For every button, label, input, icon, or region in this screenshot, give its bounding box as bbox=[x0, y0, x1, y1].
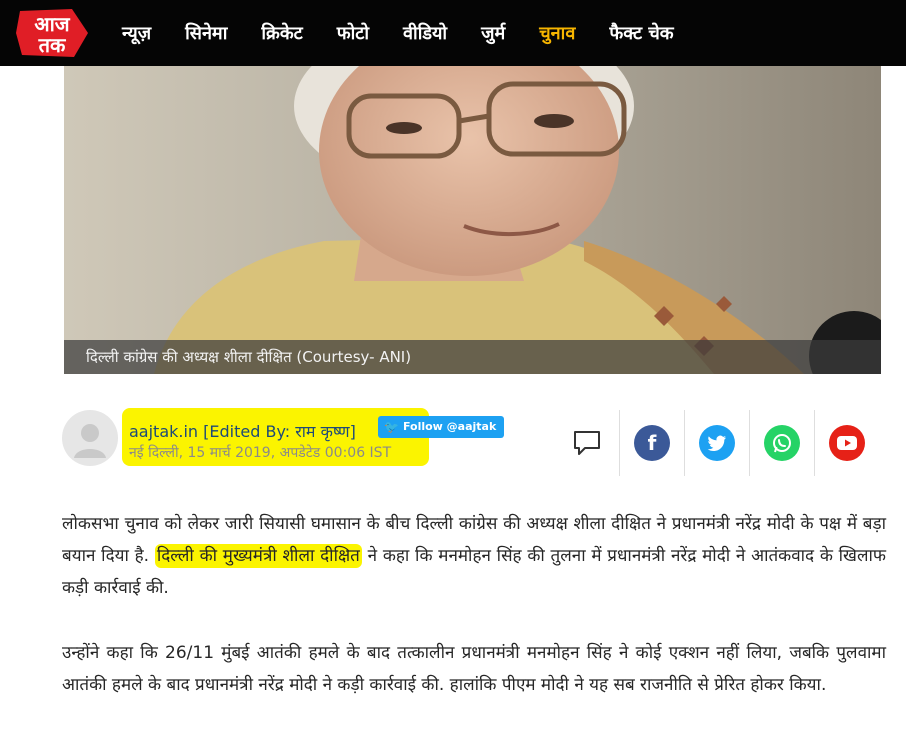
youtube-share-button[interactable] bbox=[814, 410, 879, 476]
comment-icon bbox=[573, 431, 600, 455]
highlighted-phrase: दिल्ली की मुख्यमंत्री शीला दीक्षित bbox=[154, 544, 362, 568]
follow-twitter-button[interactable]: 🐦 Follow @aajtak bbox=[378, 416, 505, 438]
dateline: नई दिल्ली, 15 मार्च 2019, अपडेटेड 00:06 … bbox=[129, 445, 392, 461]
nav-item-fact-check[interactable]: फैक्ट चेक bbox=[609, 21, 673, 45]
nav-item-cinema[interactable]: सिनेमा bbox=[185, 21, 227, 45]
nav-item-news[interactable]: न्यूज़ bbox=[122, 21, 151, 45]
follow-label: Follow @aajtak bbox=[402, 420, 497, 433]
portrait-illustration bbox=[64, 66, 881, 374]
hero-image: दिल्ली कांग्रेस की अध्यक्ष शीला दीक्षित … bbox=[64, 66, 881, 374]
nav-item-video[interactable]: वीडियो bbox=[403, 21, 447, 45]
hero-caption: दिल्ली कांग्रेस की अध्यक्ष शीला दीक्षित … bbox=[64, 340, 881, 374]
main-nav: न्यूज़ सिनेमा क्रिकेट फोटो वीडियो जुर्म … bbox=[122, 0, 708, 66]
article-paragraph-2: उन्होंने कहा कि 26/11 मुंबई आतंकी हमले क… bbox=[62, 643, 886, 695]
nav-item-cricket[interactable]: क्रिकेट bbox=[261, 21, 302, 45]
article-paragraph-1: लोकसभा चुनाव को लेकर जारी सियासी घमासान … bbox=[62, 508, 886, 604]
facebook-icon: f bbox=[634, 425, 670, 461]
twitter-share-button[interactable] bbox=[684, 410, 749, 476]
twitter-bird-icon: 🐦 bbox=[384, 420, 399, 434]
whatsapp-share-button[interactable] bbox=[749, 410, 814, 476]
nav-item-photo[interactable]: फोटो bbox=[337, 21, 369, 45]
facebook-share-button[interactable]: f bbox=[619, 410, 684, 476]
author-avatar bbox=[62, 410, 118, 466]
nav-item-crime[interactable]: जुर्म bbox=[481, 21, 505, 45]
comment-button[interactable] bbox=[554, 410, 619, 476]
svg-text:तक: तक bbox=[38, 33, 67, 57]
aajtak-logo[interactable]: आज तक bbox=[14, 7, 90, 59]
author-name[interactable]: aajtak.in [Edited By: राम कृष्ण] bbox=[129, 420, 356, 442]
twitter-icon bbox=[699, 425, 735, 461]
nav-item-election[interactable]: चुनाव bbox=[539, 21, 575, 45]
top-navbar: आज तक न्यूज़ सिनेमा क्रिकेट फोटो वीडियो … bbox=[0, 0, 906, 66]
whatsapp-icon bbox=[764, 425, 800, 461]
user-icon bbox=[74, 424, 106, 458]
youtube-icon bbox=[829, 425, 865, 461]
share-bar: f bbox=[554, 410, 879, 476]
